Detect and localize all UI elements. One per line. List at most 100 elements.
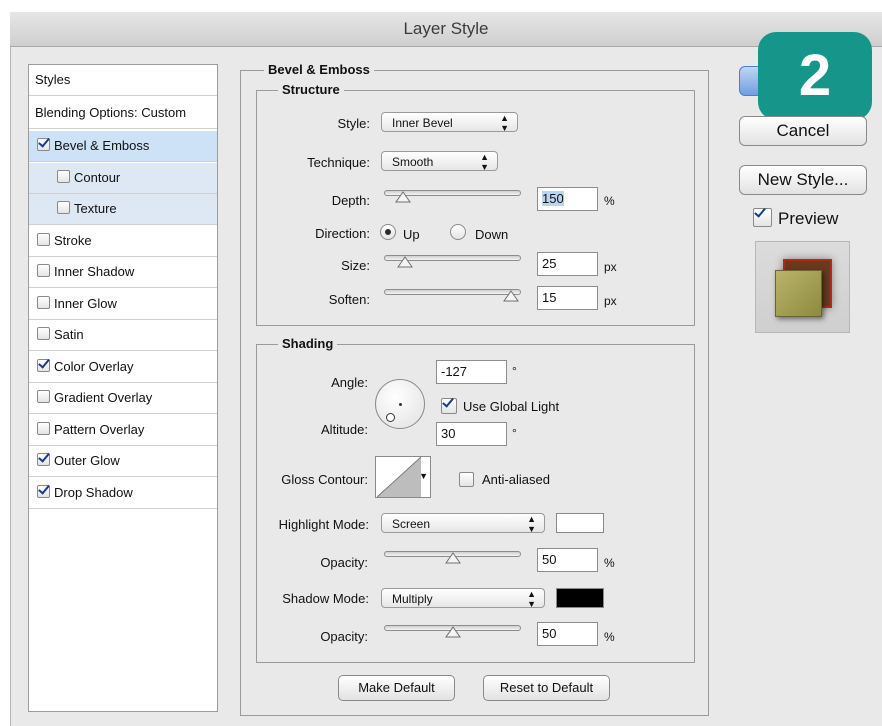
soften-slider[interactable] <box>384 289 521 295</box>
preview-thumbnail <box>755 241 850 333</box>
updown-arrow-icon: ▲ ▼ <box>527 514 536 534</box>
checkbox-icon <box>753 208 772 227</box>
slider-thumb-icon <box>397 256 413 268</box>
soften-input[interactable]: 15 <box>537 286 598 310</box>
checkbox-icon[interactable] <box>37 421 50 435</box>
checkbox-icon <box>441 398 457 414</box>
style-item[interactable]: Inner Glow <box>29 289 217 320</box>
style-item[interactable]: Color Overlay <box>29 352 217 383</box>
style-item-label: Gradient Overlay <box>54 390 153 405</box>
checkbox-icon[interactable] <box>37 358 50 372</box>
style-item-label: Outer Glow <box>54 453 120 468</box>
checkbox-icon[interactable] <box>37 264 50 277</box>
shading-title: Shading <box>278 336 338 351</box>
angle-dial-center <box>399 403 402 406</box>
use-global-light-label: Use Global Light <box>463 399 560 414</box>
checkbox-icon[interactable] <box>37 327 50 340</box>
checkbox-icon <box>459 472 474 487</box>
slider-thumb-icon <box>444 626 461 638</box>
checkbox-icon[interactable] <box>37 138 50 151</box>
style-item[interactable]: Pattern Overlay <box>29 415 217 446</box>
preview-label: Preview <box>778 209 839 228</box>
highlight-mode-label: Highlight Mode: <box>278 517 369 532</box>
size-label: Size: <box>341 258 370 273</box>
angle-degree: ° <box>512 364 517 378</box>
shading-group <box>256 344 695 663</box>
style-item[interactable]: Gradient Overlay <box>29 383 217 414</box>
gloss-contour-label: Gloss Contour: <box>281 472 368 487</box>
updown-arrow-icon: ▲ ▼ <box>500 113 509 133</box>
style-item[interactable]: Contour <box>29 162 217 194</box>
style-item-label: Inner Shadow <box>54 264 135 279</box>
direction-label: Direction: <box>315 226 370 241</box>
shadow-opacity-input[interactable]: 50 <box>537 622 598 646</box>
cancel-button[interactable]: Cancel <box>739 116 867 146</box>
styles-list: Styles Blending Options: Custom Bevel & … <box>28 64 218 712</box>
angle-input[interactable]: -127 <box>436 360 507 384</box>
depth-slider-thumb[interactable] <box>394 191 411 206</box>
highlight-opacity-unit: % <box>604 556 615 570</box>
shadow-color-swatch[interactable] <box>556 588 604 608</box>
styles-header[interactable]: Styles <box>29 65 217 96</box>
technique-label: Technique: <box>307 155 370 170</box>
reset-to-default-button[interactable]: Reset to Default <box>483 675 610 701</box>
checkbox-icon[interactable] <box>57 169 70 183</box>
preview-front-square <box>775 270 822 317</box>
checkbox-icon[interactable] <box>37 484 50 498</box>
use-global-light-checkbox[interactable] <box>441 398 461 416</box>
shadow-opacity-thumb[interactable] <box>444 626 461 641</box>
highlight-opacity-input[interactable]: 50 <box>537 548 598 572</box>
style-select[interactable]: Inner Bevel ▲ ▼ <box>381 112 518 133</box>
highlight-mode-select[interactable]: Screen ▲ ▼ <box>381 513 545 534</box>
checkbox-icon[interactable] <box>37 390 50 403</box>
style-item-label: Color Overlay <box>54 358 134 374</box>
blending-options[interactable]: Blending Options: Custom <box>29 98 217 129</box>
checkbox-icon[interactable] <box>57 201 70 214</box>
highlight-opacity-thumb[interactable] <box>444 552 461 567</box>
shadow-opacity-label: Opacity: <box>320 629 368 644</box>
make-default-button[interactable]: Make Default <box>338 675 455 701</box>
angle-dial-handle[interactable] <box>386 413 395 422</box>
step-badge: 2 <box>758 32 872 120</box>
direction-up-label: Up <box>403 227 420 242</box>
anti-aliased-label: Anti-aliased <box>482 472 550 487</box>
direction-down-radio[interactable] <box>450 224 466 240</box>
size-slider-thumb[interactable] <box>397 256 413 271</box>
updown-arrow-icon: ▲ ▼ <box>480 152 489 172</box>
style-item-label: Bevel & Emboss <box>54 138 150 153</box>
gloss-contour-picker[interactable]: ▼ <box>375 456 431 498</box>
style-item[interactable]: Satin <box>29 320 217 351</box>
style-item-label: Drop Shadow <box>54 484 133 500</box>
style-item[interactable]: Inner Shadow <box>29 257 217 288</box>
checkbox-icon[interactable] <box>37 232 50 246</box>
style-item[interactable]: Bevel & Emboss <box>29 131 217 162</box>
contour-curve-icon <box>377 457 421 497</box>
window-title: Layer Style <box>10 12 882 47</box>
size-input[interactable]: 25 <box>537 252 598 276</box>
altitude-input[interactable]: 30 <box>436 422 507 446</box>
checkbox-icon[interactable] <box>37 453 50 466</box>
soften-slider-thumb[interactable] <box>503 290 520 305</box>
preview-checkbox[interactable] <box>753 208 776 229</box>
style-item[interactable]: Stroke <box>29 226 217 257</box>
angle-dial[interactable] <box>375 379 425 429</box>
shadow-mode-label: Shadow Mode: <box>282 591 369 606</box>
direction-up-radio[interactable] <box>380 224 396 240</box>
technique-select[interactable]: Smooth ▲ ▼ <box>381 151 498 172</box>
highlight-color-swatch[interactable] <box>556 513 604 533</box>
checkbox-icon[interactable] <box>37 295 50 309</box>
style-item[interactable]: Texture <box>29 194 217 225</box>
slider-thumb-icon <box>394 191 411 203</box>
size-unit: px <box>604 260 617 274</box>
style-item-label: Stroke <box>54 232 92 248</box>
altitude-label: Altitude: <box>321 422 368 437</box>
style-item-label: Pattern Overlay <box>54 421 145 437</box>
depth-input[interactable]: 150 <box>537 187 598 211</box>
new-style-button[interactable]: New Style... <box>739 165 867 195</box>
style-item[interactable]: Drop Shadow <box>29 478 217 509</box>
style-item[interactable]: Outer Glow <box>29 446 217 477</box>
shadow-mode-select[interactable]: Multiply ▲ ▼ <box>381 588 545 609</box>
structure-title: Structure <box>278 82 344 97</box>
anti-aliased-checkbox[interactable] <box>459 472 478 489</box>
slider-thumb-icon <box>503 290 520 302</box>
